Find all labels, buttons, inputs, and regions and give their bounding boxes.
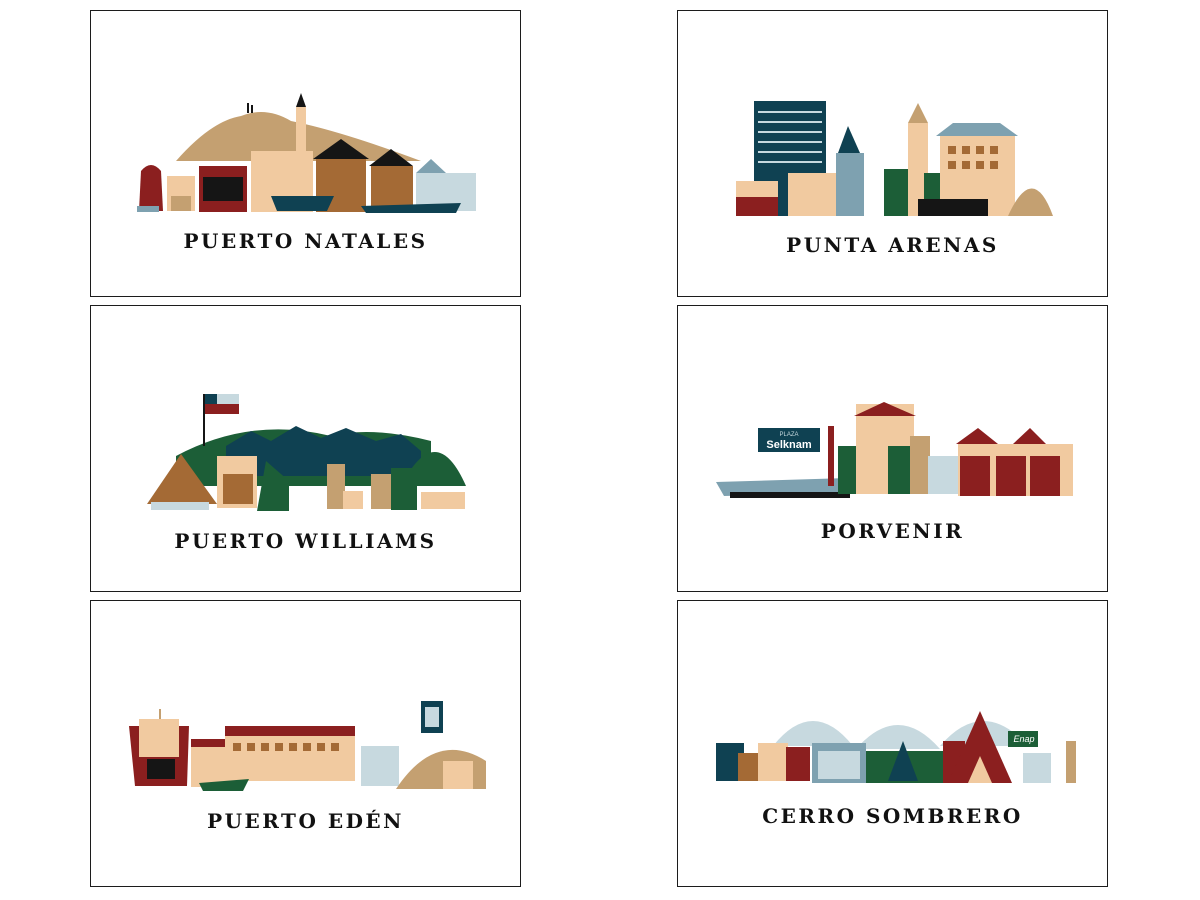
selknam-sign-text: Selknam xyxy=(766,439,811,451)
card-title: PUNTA ARENAS xyxy=(786,233,999,257)
puerto-eden-illustration xyxy=(129,701,486,791)
card-title: CERRO SOMBRERO xyxy=(762,804,1023,828)
card-cerro-sombrero: Enap CERRO SOMBRERO xyxy=(677,600,1108,887)
card-puerto-eden: PUERTO EDÉN xyxy=(90,600,521,887)
card-title: PORVENIR xyxy=(820,519,965,543)
card-punta-arenas: PUNTA ARENAS xyxy=(677,10,1108,297)
card-title: PUERTO WILLIAMS xyxy=(174,529,437,553)
porvenir-illustration: PLAZA Selknam xyxy=(716,402,1073,498)
card-title: PUERTO EDÉN xyxy=(207,809,404,833)
card-puerto-williams: PUERTO WILLIAMS xyxy=(90,305,521,592)
card-porvenir: PLAZA Selknam PORVENIR xyxy=(677,305,1108,592)
card-title: PUERTO NATALES xyxy=(183,229,428,253)
cerro-sombrero-illustration: Enap xyxy=(716,711,1076,783)
puerto-natales-illustration xyxy=(137,93,476,213)
enap-sign-text: Enap xyxy=(1013,734,1034,744)
card-puerto-natales: PUERTO NATALES xyxy=(90,10,521,297)
plaza-sign-text: PLAZA xyxy=(779,432,798,438)
